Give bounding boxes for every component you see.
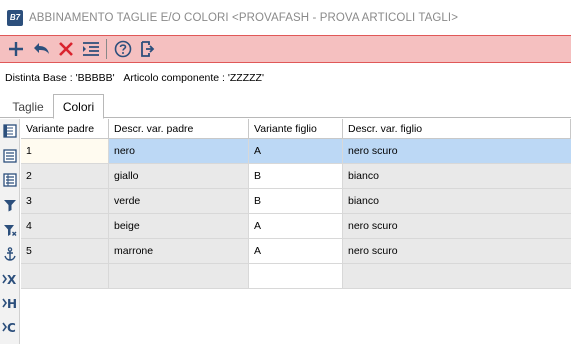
table-row[interactable]: 1 nero A nero scuro xyxy=(21,139,571,164)
grid-empty-area xyxy=(21,289,571,344)
delete-icon[interactable] xyxy=(53,37,78,61)
window-title: ABBINAMENTO TAGLIE E/O COLORI <PROVAFASH… xyxy=(29,11,459,24)
toolbar xyxy=(0,35,571,63)
cell-descr-var-padre[interactable]: beige xyxy=(109,214,249,239)
cell-variante-figlio[interactable]: B xyxy=(249,164,343,189)
title-bar: B7 ABBINAMENTO TAGLIE E/O COLORI <PROVAF… xyxy=(0,0,571,35)
arrow-c-icon[interactable]: C xyxy=(2,319,18,335)
filter-icon[interactable] xyxy=(2,197,18,213)
table-row[interactable]: 4 beige A nero scuro xyxy=(21,214,571,239)
svg-text:H: H xyxy=(7,297,17,310)
cell-variante-figlio[interactable] xyxy=(249,264,343,289)
cell-variante-figlio[interactable]: A xyxy=(249,214,343,239)
table-row[interactable]: 5 marrone A nero scuro xyxy=(21,239,571,264)
toolbar-separator xyxy=(106,39,107,59)
arrow-h-icon[interactable]: H xyxy=(2,295,18,311)
table-row[interactable]: 2 giallo B bianco xyxy=(21,164,571,189)
help-icon[interactable] xyxy=(110,37,135,61)
list-settings-icon[interactable] xyxy=(78,37,103,61)
anchor-icon[interactable] xyxy=(2,246,18,262)
table-row-new[interactable] xyxy=(21,264,571,289)
cell-descr-var-padre[interactable]: marrone xyxy=(109,239,249,264)
app-logo-icon: B7 xyxy=(7,9,23,26)
cell-descr-var-figlio[interactable]: nero scuro xyxy=(343,239,571,264)
svg-text:C: C xyxy=(7,321,16,334)
undo-icon[interactable] xyxy=(28,37,53,61)
column-header-variante-figlio[interactable]: Variante figlio xyxy=(249,119,343,139)
exit-icon[interactable] xyxy=(135,37,160,61)
column-header-descr-var-padre[interactable]: Descr. var. padre xyxy=(109,119,249,139)
document-icon[interactable] xyxy=(2,123,18,139)
cell-variante-padre[interactable] xyxy=(21,264,109,289)
info-bar: Distinta Base : 'BBBBB' Articolo compone… xyxy=(0,68,571,88)
filter-clear-icon[interactable] xyxy=(2,222,18,238)
cell-descr-var-figlio[interactable]: nero scuro xyxy=(343,214,571,239)
cell-variante-padre[interactable]: 1 xyxy=(21,139,109,164)
cell-variante-figlio[interactable]: A xyxy=(249,239,343,264)
arrow-x-icon[interactable]: X xyxy=(2,271,18,287)
add-icon[interactable] xyxy=(3,37,28,61)
cell-descr-var-padre[interactable]: giallo xyxy=(109,164,249,189)
cell-variante-padre[interactable]: 3 xyxy=(21,189,109,214)
column-header-descr-var-figlio[interactable]: Descr. var. figlio xyxy=(343,119,571,139)
cell-descr-var-figlio[interactable] xyxy=(343,264,571,289)
cell-variante-padre[interactable]: 4 xyxy=(21,214,109,239)
cell-descr-var-figlio[interactable]: bianco xyxy=(343,189,571,214)
svg-text:X: X xyxy=(7,273,17,286)
side-toolbar: X H C xyxy=(0,119,20,344)
cell-variante-figlio[interactable]: A xyxy=(249,139,343,164)
cell-descr-var-padre[interactable]: verde xyxy=(109,189,249,214)
cell-descr-var-padre[interactable] xyxy=(109,264,249,289)
articolo-componente-label: Articolo componente : 'ZZZZZ' xyxy=(123,72,264,84)
table-row[interactable]: 3 verde B bianco xyxy=(21,189,571,214)
column-header-variante-padre[interactable]: Variante padre xyxy=(21,119,109,139)
tab-colori[interactable]: Colori xyxy=(53,94,104,119)
cell-variante-padre[interactable]: 5 xyxy=(21,239,109,264)
distinta-base-label: Distinta Base : 'BBBBB' xyxy=(5,72,115,84)
cell-descr-var-figlio[interactable]: bianco xyxy=(343,164,571,189)
tab-strip: Taglie Colori xyxy=(0,94,571,119)
cell-variante-figlio[interactable]: B xyxy=(249,189,343,214)
list-alt-icon[interactable] xyxy=(2,172,18,188)
cell-descr-var-figlio[interactable]: nero scuro xyxy=(343,139,571,164)
cell-descr-var-padre[interactable]: nero xyxy=(109,139,249,164)
list-icon[interactable] xyxy=(2,148,18,164)
cell-variante-padre[interactable]: 2 xyxy=(21,164,109,189)
tab-taglie[interactable]: Taglie xyxy=(4,96,52,118)
